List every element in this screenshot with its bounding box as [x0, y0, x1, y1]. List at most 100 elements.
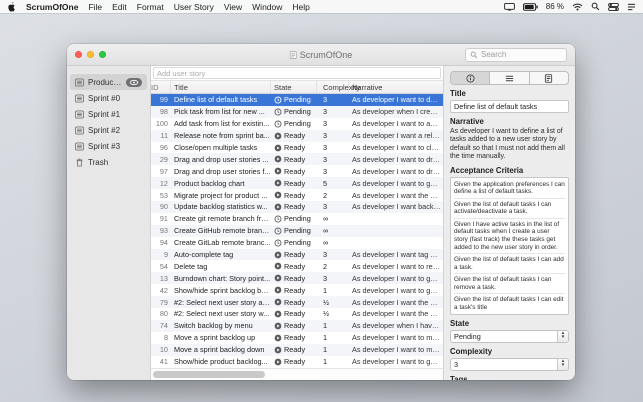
- sidebar-item-product[interactable]: Product...: [70, 74, 147, 90]
- complexity-popup[interactable]: 3 ▲ ▼: [450, 358, 569, 372]
- table-row-97[interactable]: 97 Drag and drop user stories f... Ready 3 A…: [151, 165, 443, 177]
- table-row-13[interactable]: 13 Burndown chart: Story point... Ready 3 As…: [151, 272, 443, 285]
- complexity-value: 3: [454, 360, 459, 370]
- table-row-10[interactable]: 10 Move a sprint backlog down Ready 1 As dev…: [151, 343, 443, 356]
- acceptance-criteria-item[interactable]: Given I have active tasks in the list of…: [454, 219, 565, 255]
- cell-title: Product backlog chart: [174, 178, 245, 188]
- table-row-11[interactable]: 11 Release note from sprint ba... Ready 3 As…: [151, 129, 443, 142]
- add-user-story-input[interactable]: Add user story: [153, 67, 441, 79]
- menu-item-file[interactable]: File: [88, 2, 102, 12]
- control-center-icon[interactable]: [608, 2, 619, 11]
- menu-item-window[interactable]: Window: [252, 2, 282, 12]
- cell-narrative: As developer I want backlog statistics t…: [352, 202, 443, 212]
- cell-id: 53: [159, 190, 168, 200]
- table-row-94[interactable]: 94 Create GitLab remote branc... Pending ∞: [151, 237, 443, 249]
- cell-narrative: As developer I want to get a sprint burn…: [352, 285, 443, 295]
- table-row-29[interactable]: 29 Drag and drop user stories ... Ready 3 As…: [151, 153, 443, 166]
- sidebar-item-label: Sprint #3: [88, 141, 121, 151]
- backlog-list-icon: [75, 109, 84, 119]
- table-row-80[interactable]: 80 #2: Select next user story w... Ready ½ A…: [151, 308, 443, 320]
- popup-arrows-icon: ▲ ▼: [557, 359, 568, 371]
- narrative-label: Narrative: [450, 117, 484, 126]
- table-row-54[interactable]: 54 Delete tag Ready 2 As developer I want to…: [151, 260, 443, 272]
- column-header-narrative[interactable]: Narrative: [349, 81, 443, 93]
- tab-info[interactable]: [451, 72, 491, 84]
- table-row-74[interactable]: 74 Switch backlog by menu Ready 1 As develop…: [151, 319, 443, 332]
- narrative-text[interactable]: As developer I want to define a list of …: [450, 128, 569, 162]
- cell-complexity: 3: [323, 131, 328, 141]
- sidebar-item-sprint-3[interactable]: Sprint #3: [70, 138, 147, 154]
- cell-state: Pending: [271, 226, 317, 235]
- close-window-button[interactable]: [75, 51, 82, 58]
- cell-complexity: 2: [323, 261, 328, 271]
- apple-menu-icon[interactable]: [7, 1, 16, 12]
- cell-state: Ready: [271, 202, 317, 211]
- zoom-window-button[interactable]: [99, 51, 106, 58]
- table-row-90[interactable]: 90 Update backlog statistics w... Ready 3 As…: [151, 201, 443, 213]
- column-header-state[interactable]: State: [271, 81, 317, 93]
- column-header-complexity[interactable]: Complexity: [317, 81, 360, 93]
- cell-title: Auto-complete tag: [174, 250, 234, 260]
- table-row-12[interactable]: 12 Product backlog chart Ready 5 As develope…: [151, 177, 443, 190]
- state-popup[interactable]: Pending ▲ ▼: [450, 330, 569, 344]
- sidebar-item-label: Product...: [88, 77, 123, 87]
- tab-criteria[interactable]: [490, 72, 530, 84]
- desktop: ScrumOfOne File Edit Format User Story View W…: [0, 0, 643, 402]
- menu-item-view[interactable]: View: [224, 2, 242, 12]
- cell-complexity: 5: [323, 178, 328, 188]
- search-field[interactable]: Search: [465, 47, 567, 62]
- cell-id: 9: [163, 250, 168, 260]
- spotlight-search-icon[interactable]: [591, 2, 600, 11]
- minimize-window-button[interactable]: [87, 51, 94, 58]
- menu-item-user-story[interactable]: User Story: [174, 2, 214, 12]
- table-row-41[interactable]: 41 Show/hide product backlog... Ready 1 As d…: [151, 356, 443, 368]
- detail-tab-bar: [450, 71, 569, 85]
- sidebar-item-sprint-2[interactable]: Sprint #2: [70, 122, 147, 138]
- complexity-label: Complexity: [450, 347, 493, 357]
- sidebar-item-trash[interactable]: Trash: [70, 154, 147, 170]
- eye-badge[interactable]: [126, 77, 142, 87]
- cell-id: 96: [159, 143, 168, 152]
- cell-state: Pending: [271, 95, 317, 104]
- cell-narrative: As developer I want to remove a tag not …: [352, 261, 443, 271]
- column-header-title[interactable]: Title: [171, 81, 271, 93]
- acceptance-criteria-item[interactable]: Given the application preferences I can …: [454, 179, 565, 199]
- state-ready-icon: [274, 179, 282, 187]
- menu-app-name[interactable]: ScrumOfOne: [26, 2, 78, 12]
- scrollbar-thumb[interactable]: [153, 371, 265, 378]
- column-header-id[interactable]: ID: [151, 81, 171, 93]
- cell-state: Ready: [271, 167, 317, 176]
- cell-id: 90: [159, 202, 168, 212]
- table-row-96[interactable]: 96 Close/open multiple tasks Ready 3 As deve…: [151, 142, 443, 154]
- title-field[interactable]: Define list of default tasks: [450, 100, 569, 113]
- title-bar[interactable]: ScrumOfOne Search: [67, 44, 575, 66]
- wifi-icon[interactable]: [572, 3, 583, 11]
- display-icon[interactable]: [503, 2, 515, 11]
- menu-item-edit[interactable]: Edit: [112, 2, 127, 12]
- tab-notes[interactable]: [530, 72, 568, 84]
- table-row-100[interactable]: 100 Add task from list for existin... Pend…: [151, 118, 443, 130]
- table-row-42[interactable]: 42 Show/hide sprint backlog bu... Ready 1 As…: [151, 284, 443, 296]
- menu-item-help[interactable]: Help: [292, 2, 309, 12]
- sidebar-item-sprint-1[interactable]: Sprint #1: [70, 106, 147, 122]
- notification-center-icon[interactable]: [627, 3, 636, 11]
- horizontal-scrollbar[interactable]: [151, 368, 443, 380]
- table-row-9[interactable]: 9 Auto-complete tag Ready 3 As developer I w…: [151, 248, 443, 261]
- cell-narrative: As developer I want to get the product b…: [352, 357, 443, 367]
- state-ready-icon: [274, 358, 282, 366]
- acceptance-criteria-item[interactable]: Given the list of default tasks I can ed…: [454, 294, 565, 313]
- menu-item-format[interactable]: Format: [137, 2, 164, 12]
- table-row-99[interactable]: 99 Define list of default tasks Pending 3 As…: [151, 94, 443, 106]
- battery-icon[interactable]: [522, 2, 538, 11]
- sidebar-item-sprint-0[interactable]: Sprint #0: [70, 90, 147, 106]
- acceptance-criteria-item[interactable]: Given the list of default tasks I can re…: [454, 274, 565, 295]
- table-row-79[interactable]: 79 #2: Select next user story an... Ready ½…: [151, 296, 443, 309]
- table-row-53[interactable]: 53 Migrate project for product ... Ready 2 A…: [151, 189, 443, 201]
- table-row-8[interactable]: 8 Move a sprint backlog up Ready 1 As develo…: [151, 332, 443, 344]
- cell-complexity: 1: [323, 345, 328, 355]
- table-row-93[interactable]: 93 Create GitHub remote branc... Pending ∞: [151, 224, 443, 237]
- acceptance-criteria-item[interactable]: Given the list of default tasks I can ac…: [454, 199, 565, 219]
- table-row-98[interactable]: 98 Pick task from list for new ... Pending…: [151, 105, 443, 118]
- acceptance-criteria-item[interactable]: Given the list of default tasks I can ad…: [454, 254, 565, 275]
- table-row-91[interactable]: 91 Create git remote branch fro... Pending…: [151, 213, 443, 225]
